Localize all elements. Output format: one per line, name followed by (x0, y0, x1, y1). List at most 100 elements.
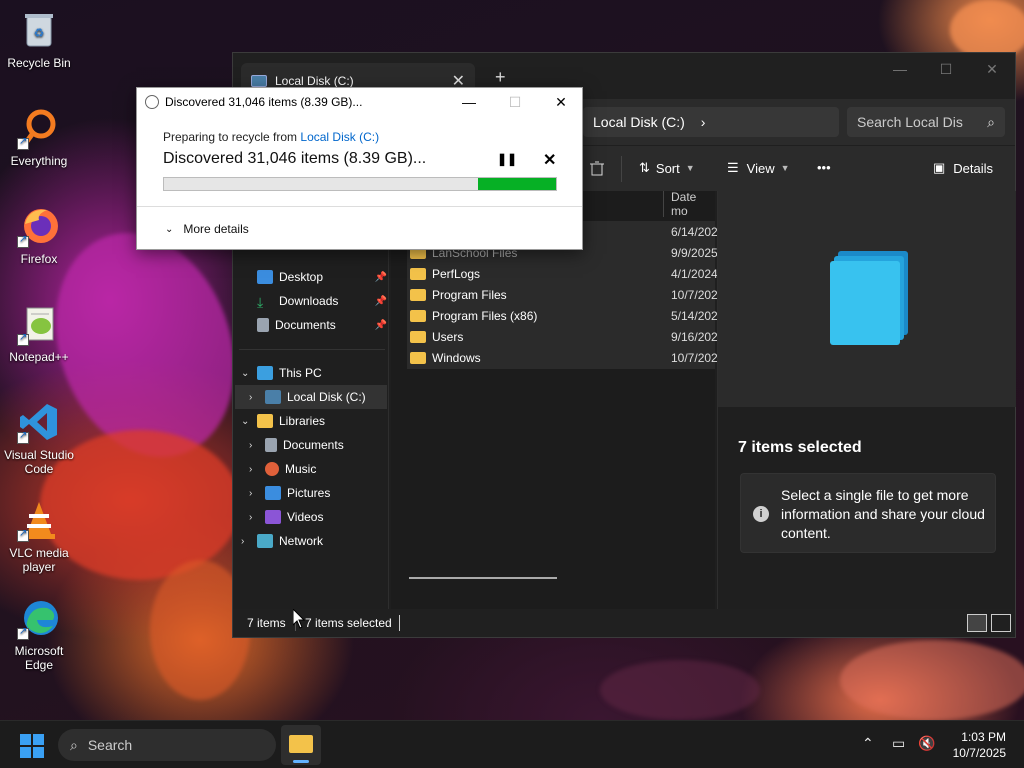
chevron-right-icon[interactable]: › (249, 440, 265, 451)
shortcut-arrow-icon (17, 430, 29, 444)
close-window-button[interactable]: ✕ (969, 53, 1015, 85)
nav-item-label: Downloads (279, 294, 339, 308)
taskbar-search[interactable]: ⌕ Search (58, 729, 276, 761)
nav-item-downloads[interactable]: ⤓ Downloads 📌 (257, 289, 387, 313)
nav-item-network[interactable]: › Network (241, 529, 323, 553)
search-icon: ⌕ (70, 736, 78, 753)
cancel-operation-button[interactable]: ✕ (543, 150, 556, 170)
network-icon (257, 534, 273, 548)
chevron-down-icon: ▼ (780, 163, 790, 173)
file-name: Users (432, 329, 464, 344)
view-icon: ☰ (727, 160, 739, 175)
chevron-right-icon[interactable]: › (249, 512, 265, 523)
nav-item-videos[interactable]: › Videos (249, 505, 323, 529)
pause-button[interactable]: ❚❚ (497, 152, 517, 166)
desktop-icon-recycle-bin[interactable]: ♻ Recycle Bin (0, 8, 78, 70)
breadcrumb[interactable]: Local Disk (C:) › (583, 107, 839, 137)
chevron-right-icon[interactable]: › (249, 464, 265, 475)
horizontal-scrollbar[interactable] (409, 577, 557, 579)
chevron-right-icon[interactable]: › (241, 536, 257, 547)
nav-item-lib-documents[interactable]: › Documents (249, 433, 344, 457)
volume-muted-icon[interactable]: 🔇 (918, 735, 935, 752)
svg-text:♻: ♻ (34, 26, 45, 40)
maximize-button[interactable]: ☐ (923, 53, 969, 85)
chevron-down-icon[interactable]: ⌄ (241, 416, 257, 427)
taskbar-file-explorer-button[interactable] (281, 725, 321, 765)
table-row[interactable]: Program Files 10/7/202 (407, 284, 718, 305)
nav-item-label: Libraries (279, 414, 326, 428)
music-icon (265, 462, 279, 476)
chevron-up-icon[interactable]: ⌃ (862, 735, 874, 752)
details-pane-icon: ▣ (933, 160, 946, 175)
table-row[interactable]: Windows 10/7/202 (407, 347, 718, 368)
column-header-date[interactable]: Date mo (671, 190, 715, 218)
nav-item-label: Pictures (287, 486, 331, 500)
notepad-icon (17, 302, 61, 346)
display-icon[interactable]: ▭ (892, 735, 905, 752)
navigation-pane: Desktop 📌 ⤓ Downloads 📌 Documents 📌 ⌄ Th… (233, 191, 389, 611)
table-row[interactable]: Users 9/16/202 (407, 326, 718, 347)
desktop-icon-label: Notepad++ (9, 350, 69, 364)
chevron-right-icon[interactable]: › (249, 392, 265, 403)
dialog-close-button[interactable]: ✕ (551, 92, 571, 112)
search-input[interactable]: Search Local Dis ⌕ (847, 107, 1005, 137)
system-clock[interactable]: 1:03 PM 10/7/2025 (953, 729, 1006, 761)
nav-item-desktop[interactable]: Desktop 📌 (257, 265, 387, 289)
file-date: 9/9/2025 (671, 245, 718, 260)
drive-icon (251, 75, 267, 87)
breadcrumb-item[interactable]: Local Disk (C:) (593, 114, 685, 130)
nav-item-music[interactable]: › Music (249, 457, 316, 481)
details-label: Details (953, 160, 994, 176)
file-date: 10/7/202 (671, 350, 718, 365)
new-tab-button[interactable]: + (495, 67, 506, 88)
file-name: Windows (432, 350, 481, 365)
file-list-pane: Date mo 6/14/202 LanSchool Files 9/9/202… (391, 190, 718, 611)
delete-button[interactable] (589, 160, 605, 176)
videos-icon (265, 510, 281, 524)
more-details-toggle[interactable]: ⌄ More details (165, 222, 249, 236)
sort-button[interactable]: ⇅ Sort ▼ (639, 160, 695, 176)
desktop-icon-firefox[interactable]: Firefox (0, 204, 78, 266)
sort-label: Sort (655, 160, 680, 176)
file-date: 10/7/202 (671, 287, 718, 302)
desktop-icon-vlc[interactable]: VLC media player (0, 498, 78, 574)
chevron-down-icon[interactable]: ⌄ (241, 368, 257, 379)
desktop-icon-edge[interactable]: Microsoft Edge (0, 596, 78, 672)
vscode-icon (17, 400, 61, 444)
info-message: i Select a single file to get more infor… (740, 473, 996, 553)
desktop-icon-vscode[interactable]: Visual Studio Code (0, 400, 78, 476)
desktop-icon-everything[interactable]: Everything (0, 106, 78, 168)
start-button[interactable] (20, 734, 44, 758)
item-count: 7 items (247, 616, 286, 630)
nav-item-this-pc[interactable]: ⌄ This PC (241, 361, 322, 385)
documents-icon (257, 318, 269, 332)
details-pane-button[interactable]: ▣ Details (933, 160, 993, 176)
desktop-icon-label: Visual Studio Code (4, 448, 74, 476)
table-row[interactable]: PerfLogs 4/1/2024 (407, 263, 718, 284)
operation-prefix: Preparing to recycle from (163, 130, 301, 144)
dialog-title: Discovered 31,046 items (8.39 GB)... (165, 95, 363, 109)
minimize-button[interactable]: — (877, 53, 923, 85)
details-view-button[interactable] (967, 614, 987, 632)
shortcut-arrow-icon (17, 626, 29, 640)
nav-item-label: Documents (283, 438, 344, 452)
nav-item-libraries[interactable]: ⌄ Libraries (241, 409, 325, 433)
nav-item-pictures[interactable]: › Pictures (249, 481, 330, 505)
recycle-bin-icon: ♻ (17, 8, 61, 52)
table-row[interactable]: Program Files (x86) 5/14/202 (407, 305, 718, 326)
more-options-button[interactable]: ••• (817, 160, 831, 175)
chevron-right-icon[interactable]: › (701, 114, 706, 130)
nav-item-local-disk[interactable]: › Local Disk (C:) (235, 385, 387, 409)
tiles-view-button[interactable] (991, 614, 1011, 632)
nav-item-documents[interactable]: Documents 📌 (257, 313, 387, 337)
desktop-icon-notepadpp[interactable]: Notepad++ (0, 302, 78, 364)
source-link[interactable]: Local Disk (C:) (300, 130, 379, 144)
operation-description: Preparing to recycle from Local Disk (C:… (163, 130, 379, 144)
chevron-right-icon[interactable]: › (249, 488, 265, 499)
mouse-cursor-icon (293, 609, 305, 629)
nav-divider (239, 349, 385, 350)
dialog-minimize-button[interactable]: — (459, 92, 479, 112)
view-button[interactable]: ☰ View ▼ (727, 160, 790, 176)
pin-icon: 📌 (374, 271, 387, 283)
taskbar-search-label: Search (87, 737, 133, 753)
